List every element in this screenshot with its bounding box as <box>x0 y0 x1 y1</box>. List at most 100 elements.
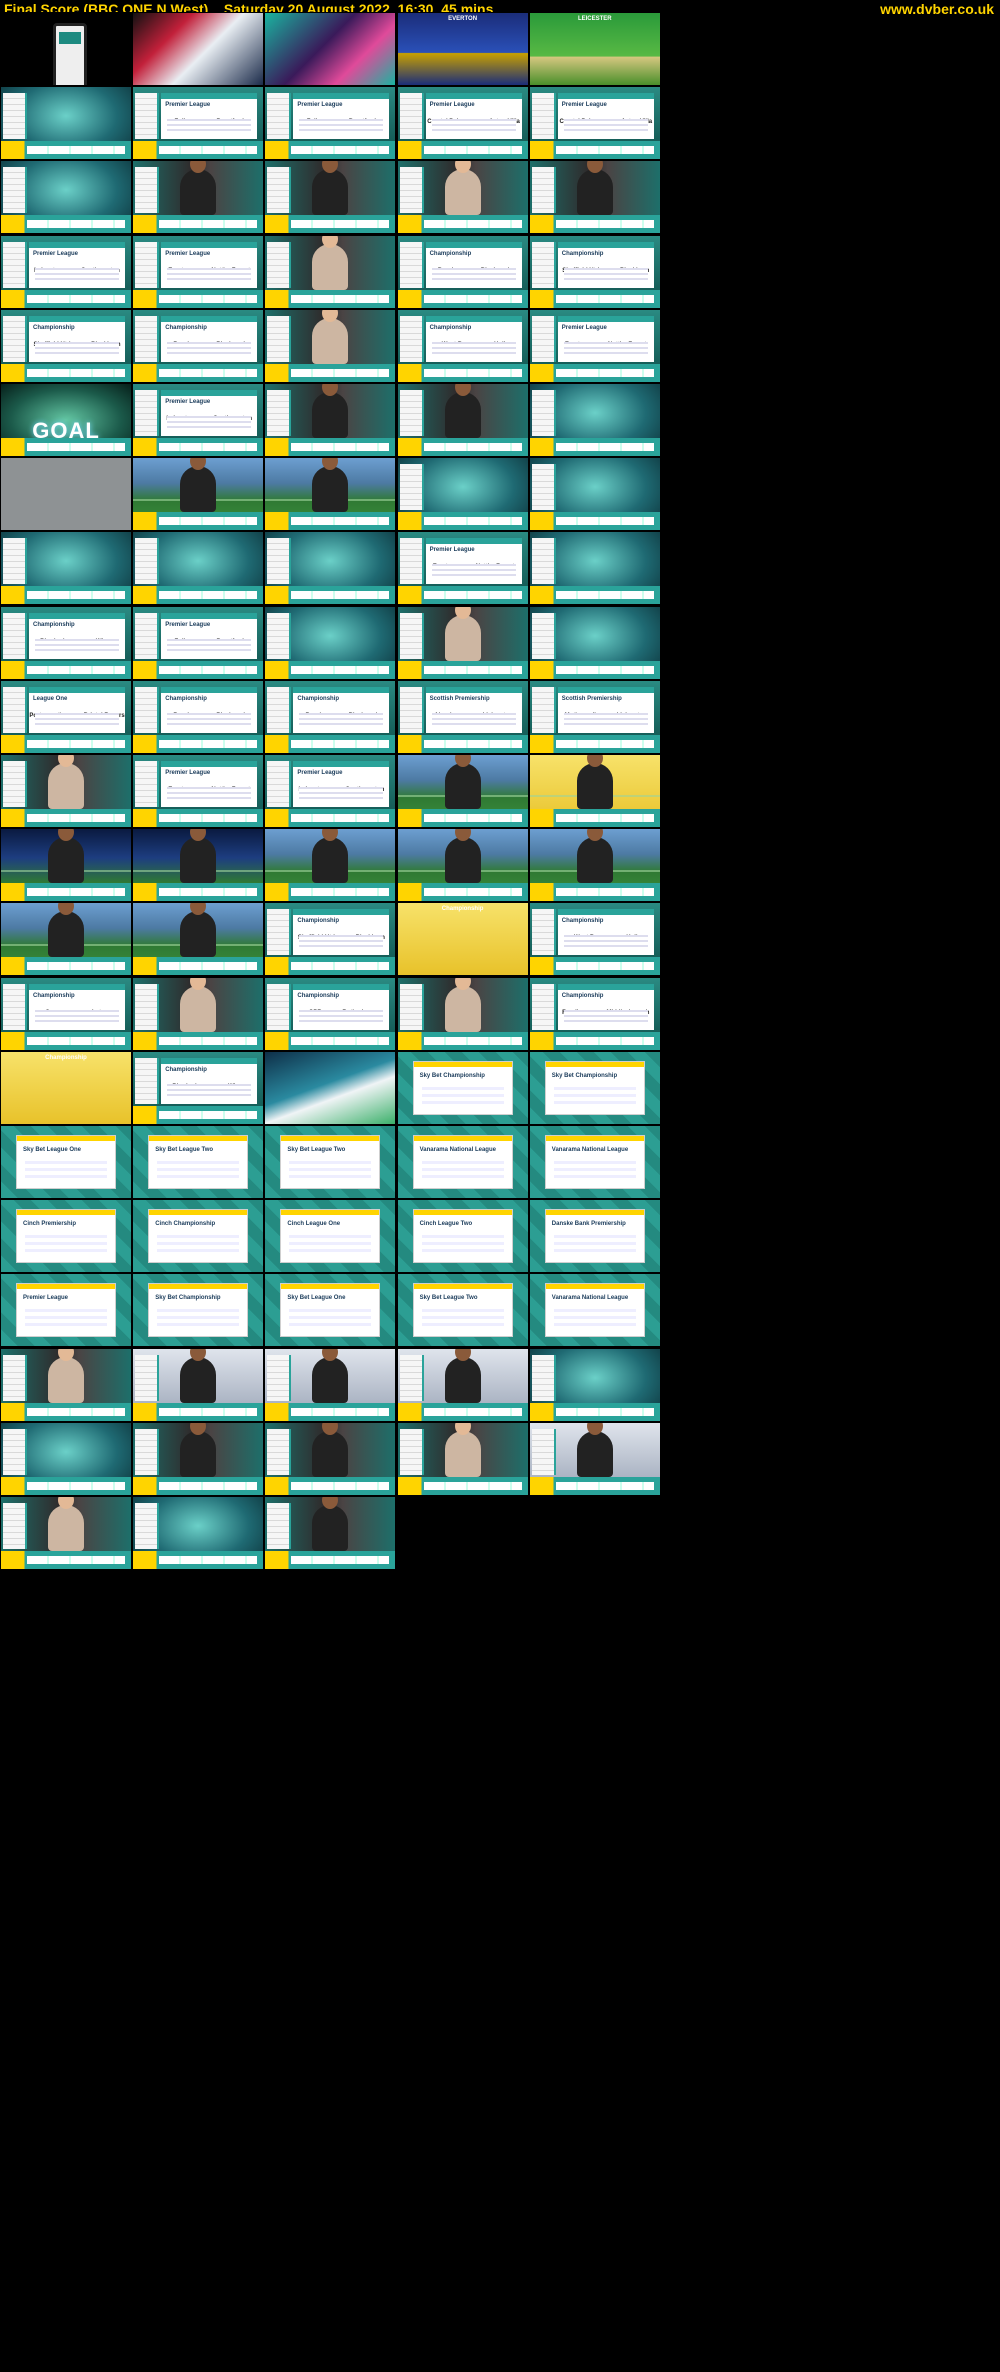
thumbnail[interactable]: ChampionshipSheffield Utd1-0Blackburn <box>0 308 132 383</box>
thumbnail[interactable] <box>132 1421 265 1496</box>
thumbnail[interactable]: Vanarama National League <box>396 1125 529 1199</box>
thumbnail[interactable] <box>264 383 397 457</box>
thumbnail[interactable] <box>396 828 529 903</box>
thumbnail[interactable] <box>264 531 397 606</box>
thumbnail[interactable]: Sky Bet League Two <box>264 1125 397 1199</box>
thumbnail[interactable]: Championship <box>396 902 529 977</box>
thumbnail[interactable] <box>528 160 661 235</box>
thumbnail[interactable]: Premier LeagueFulham1-1Brentford <box>264 86 397 161</box>
thumbnail[interactable] <box>132 902 265 977</box>
thumbnail[interactable]: Sky Bet League Two <box>396 1273 529 1348</box>
thumbnail[interactable]: League OnePortsmouth2-2Bristol Rovers <box>0 679 132 754</box>
thumbnail[interactable] <box>0 160 132 235</box>
thumbnail[interactable]: Premier LeagueFulham1-1Brentford <box>132 86 265 161</box>
thumbnail[interactable] <box>0 457 132 532</box>
thumbnail[interactable] <box>264 457 397 532</box>
thumbnail[interactable] <box>0 828 132 903</box>
thumbnail[interactable]: ChampionshipWest Brom1-1Hull <box>528 902 661 977</box>
thumbnail[interactable]: ChampionshipWest Brom1-1Hull <box>396 308 529 383</box>
thumbnail[interactable]: Sky Bet Championship <box>528 1050 661 1125</box>
thumbnail[interactable] <box>528 828 661 903</box>
thumbnail[interactable]: Cinch League One <box>264 1199 397 1274</box>
thumbnail[interactable] <box>528 457 661 532</box>
thumbnail[interactable]: Premier LeagueEverton1-1Nott'm Forest <box>396 531 529 606</box>
thumbnail[interactable]: Sky Bet League Two <box>132 1125 265 1199</box>
thumbnail[interactable]: Premier LeagueLeicester1-1Southampton <box>0 234 132 309</box>
thumbnail[interactable] <box>132 976 265 1051</box>
thumbnail[interactable] <box>132 160 265 235</box>
thumbnail[interactable]: ChampionshipSwansea0-2Luton <box>0 976 132 1051</box>
thumbnail[interactable]: ChampionshipBurnley1-1Blackpool <box>132 308 265 383</box>
thumbnail[interactable] <box>528 383 661 457</box>
thumbnail[interactable] <box>264 12 397 86</box>
thumbnail[interactable] <box>264 1050 397 1125</box>
thumbnail[interactable] <box>528 531 661 606</box>
thumbnail[interactable]: ChampionshipBurnley1-1Blackpool <box>132 679 265 754</box>
thumbnail[interactable]: Danske Bank Premiership <box>528 1199 661 1274</box>
thumbnail[interactable]: LEICESTER <box>528 12 661 86</box>
thumbnail[interactable] <box>264 828 397 903</box>
thumbnail[interactable]: Premier LeagueEverton1-1Nott'm Forest <box>132 754 265 828</box>
thumbnail[interactable]: GOAL <box>0 383 132 457</box>
thumbnail[interactable]: ChampionshipBirmingham1-1Wigan <box>132 1050 265 1125</box>
thumbnail[interactable] <box>396 160 529 235</box>
thumbnail[interactable] <box>396 1421 529 1496</box>
thumbnail[interactable] <box>396 605 529 680</box>
thumbnail[interactable] <box>132 12 265 86</box>
thumbnail[interactable] <box>528 605 661 680</box>
thumbnail[interactable] <box>132 531 265 606</box>
thumbnail[interactable]: Premier LeagueCrystal Palace1-1Aston Vil… <box>528 86 661 161</box>
thumbnail[interactable]: ChampionshipReading1-0Middlesbrough <box>528 976 661 1051</box>
thumbnail[interactable]: Premier LeagueLeicester1-2Southampton <box>264 754 397 828</box>
thumbnail[interactable]: EVERTON <box>396 12 529 86</box>
thumbnail[interactable]: Scottish PremiershipAberdeen0-0Livingsto… <box>396 679 529 754</box>
thumbnail[interactable]: Cinch League Two <box>396 1199 529 1274</box>
thumbnail[interactable]: Vanarama National League <box>528 1125 661 1199</box>
thumbnail[interactable]: Sky Bet Championship <box>132 1273 265 1348</box>
thumbnail[interactable] <box>0 902 132 977</box>
thumbnail[interactable]: ChampionshipBurnley1-1Blackpool <box>264 679 397 754</box>
thumbnail[interactable] <box>528 1421 661 1496</box>
thumbnail[interactable] <box>264 308 397 383</box>
thumbnail[interactable] <box>264 160 397 235</box>
thumbnail[interactable]: Premier LeagueLeicester1-2Southampton <box>132 383 265 457</box>
thumbnail[interactable] <box>264 1421 397 1496</box>
thumbnail[interactable] <box>396 383 529 457</box>
thumbnail[interactable] <box>0 1347 132 1422</box>
thumbnail[interactable] <box>264 1347 397 1422</box>
thumbnail[interactable] <box>396 976 529 1051</box>
thumbnail[interactable] <box>264 605 397 680</box>
thumbnail[interactable]: Premier LeagueFulham2-2Brentford <box>132 605 265 680</box>
thumbnail[interactable]: Sky Bet Championship <box>396 1050 529 1125</box>
thumbnail[interactable] <box>264 234 397 309</box>
thumbnail[interactable]: ChampionshipBurnley1-1Blackpool <box>396 234 529 309</box>
thumbnail[interactable] <box>132 828 265 903</box>
thumbnail[interactable]: Sky Bet League One <box>264 1273 397 1348</box>
thumbnail[interactable] <box>0 1496 132 1570</box>
thumbnail[interactable]: Championship <box>0 1050 132 1125</box>
thumbnail[interactable]: Premier LeagueCrystal Palace1-1Aston Vil… <box>396 86 529 161</box>
thumbnail[interactable] <box>0 86 132 161</box>
thumbnail[interactable]: Vanarama National League <box>528 1273 661 1348</box>
thumbnail[interactable] <box>132 1496 265 1570</box>
thumbnail[interactable]: Sky Bet League One <box>0 1125 132 1199</box>
thumbnail[interactable] <box>132 1347 265 1422</box>
thumbnail[interactable] <box>528 754 661 828</box>
thumbnail[interactable] <box>528 1347 661 1422</box>
thumbnail[interactable] <box>132 457 265 532</box>
thumbnail[interactable] <box>396 754 529 828</box>
thumbnail[interactable] <box>0 1421 132 1496</box>
thumbnail[interactable]: Premier LeagueEverton1-1Nott'm Forest <box>132 234 265 309</box>
thumbnail[interactable] <box>264 1496 397 1570</box>
thumbnail[interactable]: Cinch Premiership <box>0 1199 132 1274</box>
thumbnail[interactable]: Cinch Championship <box>132 1199 265 1274</box>
thumbnail[interactable] <box>396 457 529 532</box>
thumbnail[interactable] <box>0 12 132 86</box>
thumbnail[interactable] <box>396 1347 529 1422</box>
thumbnail[interactable]: Premier LeagueEverton1-1Nott'm Forest <box>528 308 661 383</box>
thumbnail[interactable] <box>0 531 132 606</box>
thumbnail[interactable]: Scottish PremiershipMotherwell0-0Livings… <box>528 679 661 754</box>
thumbnail[interactable] <box>0 754 132 828</box>
thumbnail[interactable]: ChampionshipSheffield Utd1-0Blackburn <box>528 234 661 309</box>
thumbnail[interactable]: ChampionshipSheffield Utd1-0Blackburn <box>264 902 397 977</box>
